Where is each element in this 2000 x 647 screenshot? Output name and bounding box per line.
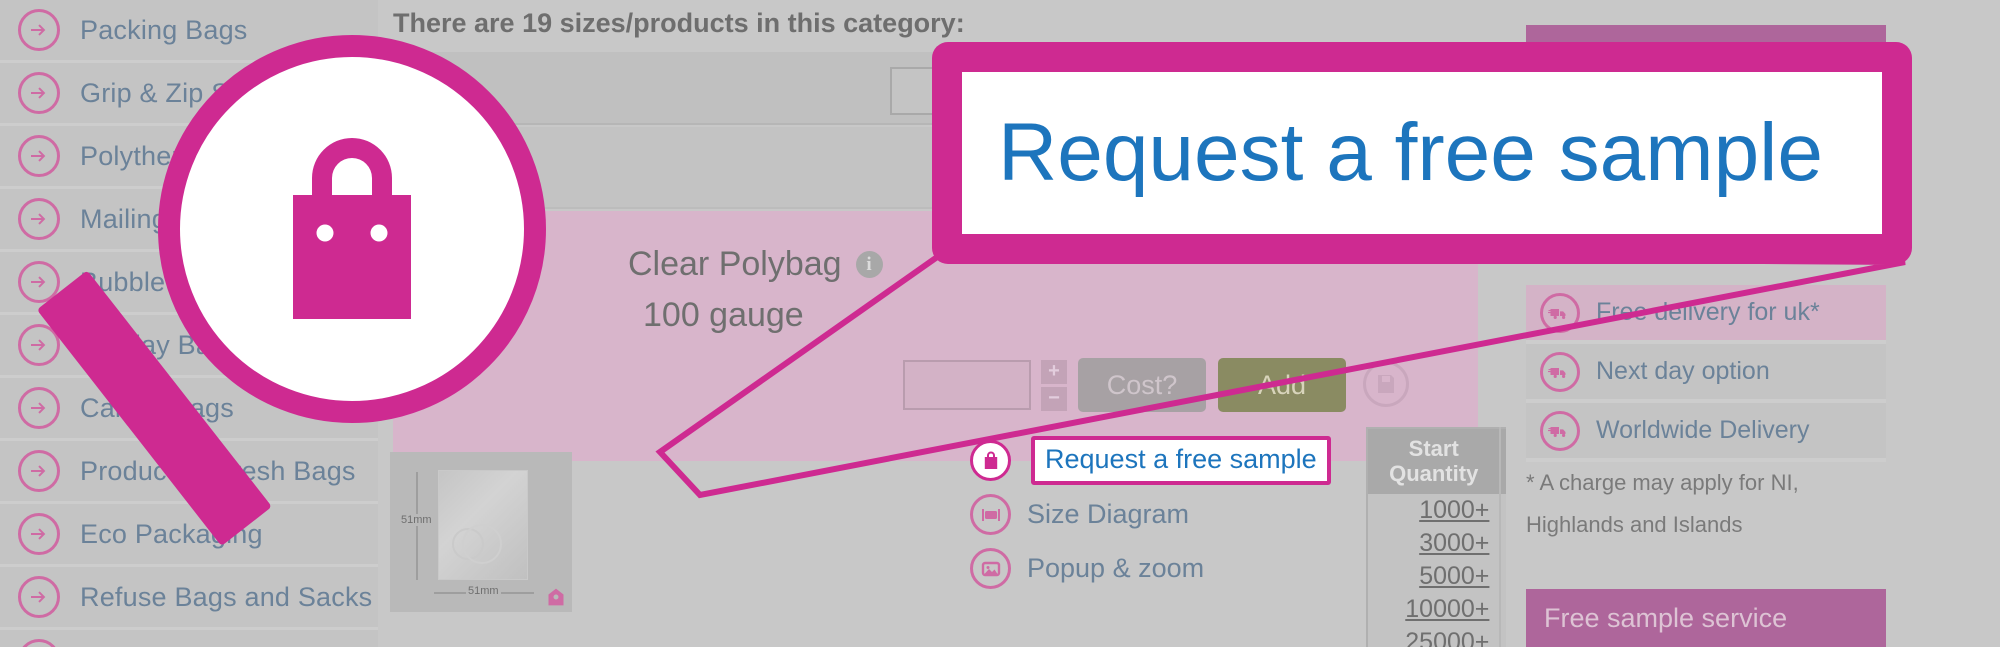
product-links: Request a free sample Size Diagram Popup… bbox=[970, 436, 1331, 602]
product-title: Clear Polybag i bbox=[628, 245, 883, 284]
free-sample-service-banner[interactable]: Free sample service bbox=[1526, 589, 1886, 647]
delivery-note: * A charge may apply for NI, Highlands a… bbox=[1526, 462, 1896, 546]
decrement-button[interactable]: − bbox=[1041, 387, 1067, 411]
delivery-item-label: Next day option bbox=[1596, 357, 1770, 385]
sidebar-item-label: Refuse Bags and Sacks bbox=[80, 581, 373, 612]
free-sample-service-label: Free sample service bbox=[1544, 602, 1788, 633]
link-request-free-sample[interactable]: Request a free sample bbox=[970, 436, 1331, 485]
image-icon bbox=[970, 548, 1011, 589]
save-icon[interactable] bbox=[1363, 361, 1409, 407]
arrow-circle-icon bbox=[18, 576, 60, 618]
arrow-circle-icon bbox=[18, 72, 60, 114]
arrow-circle-icon bbox=[18, 9, 60, 51]
quantity-input[interactable] bbox=[903, 360, 1031, 410]
start-quantity-cell[interactable]: 10000+ bbox=[1367, 593, 1502, 627]
add-to-basket-button[interactable]: Add bbox=[1218, 358, 1346, 412]
sidebar-item-refuse-bags-and-sacks[interactable]: Refuse Bags and Sacks bbox=[0, 567, 378, 630]
price-table-header-0: Start Quantity bbox=[1367, 428, 1502, 495]
start-quantity-cell[interactable]: 1000+ bbox=[1367, 494, 1502, 528]
sidebar-item-garment-laundry-film[interactable]: Garment & Laundry Film bbox=[0, 630, 378, 647]
delivery-list: Free delivery for uk* Next day option Worl… bbox=[1526, 285, 1886, 462]
magnified-callout: Request a free sample bbox=[932, 42, 1912, 264]
sidebar-item-label: Packing Bags bbox=[80, 14, 248, 45]
popup-zoom-label: Popup & zoom bbox=[1027, 553, 1205, 583]
product-subtitle: 100 gauge bbox=[643, 296, 804, 334]
sidebar-item-eco-packaging[interactable]: Eco Packaging bbox=[0, 504, 378, 567]
magnified-request-free-sample-label: Request a free sample bbox=[998, 107, 1824, 198]
link-size-diagram[interactable]: Size Diagram bbox=[970, 494, 1331, 535]
request-free-sample-highlight[interactable]: Request a free sample bbox=[1031, 436, 1331, 485]
size-diagram-label: Size Diagram bbox=[1027, 499, 1190, 529]
product-title-text: Clear Polybag bbox=[628, 245, 842, 283]
magnifier-lens bbox=[158, 35, 546, 423]
delivery-truck-icon bbox=[1540, 292, 1580, 333]
quantity-stepper[interactable]: + − bbox=[1041, 360, 1067, 414]
delivery-item-label: Free delivery for uk* bbox=[1596, 298, 1820, 326]
bag-icon bbox=[970, 440, 1011, 481]
delivery-item-0[interactable]: Free delivery for uk* bbox=[1526, 285, 1886, 344]
start-quantity-cell[interactable]: 5000+ bbox=[1367, 560, 1502, 594]
watermark-icon bbox=[546, 587, 566, 607]
product-thumbnail[interactable]: 51mm 51mm bbox=[390, 452, 572, 612]
arrow-circle-icon bbox=[18, 513, 60, 555]
product-controls: + − Cost? Add bbox=[378, 355, 1463, 415]
increment-button[interactable]: + bbox=[1041, 360, 1067, 384]
cost-button[interactable]: Cost? bbox=[1078, 358, 1206, 412]
dimension-line-vertical bbox=[416, 472, 418, 580]
diagram-icon bbox=[970, 494, 1011, 535]
arrow-circle-icon bbox=[18, 450, 60, 492]
page-root: Packing BagsGrip & Zip SealPolythene Rol… bbox=[0, 0, 2000, 647]
link-popup-zoom[interactable]: Popup & zoom bbox=[970, 548, 1331, 589]
earring-image-b bbox=[462, 524, 502, 564]
height-label: 51mm bbox=[400, 514, 433, 526]
delivery-item-2[interactable]: Worldwide Delivery bbox=[1526, 403, 1886, 462]
info-icon[interactable]: i bbox=[855, 251, 883, 278]
delivery-item-label: Worldwide Delivery bbox=[1596, 416, 1810, 444]
delivery-truck-icon bbox=[1540, 410, 1580, 451]
bag-icon bbox=[232, 109, 472, 349]
magnified-callout-inner: Request a free sample bbox=[962, 72, 1882, 234]
arrow-circle-icon bbox=[18, 387, 60, 429]
width-label: 51mm bbox=[466, 585, 501, 597]
arrow-circle-icon bbox=[18, 135, 60, 177]
request-free-sample-label: Request a free sample bbox=[1045, 444, 1317, 474]
page-title: There are 19 sizes/products in this cate… bbox=[393, 8, 965, 38]
start-quantity-cell[interactable]: 3000+ bbox=[1367, 527, 1502, 561]
arrow-circle-icon bbox=[18, 198, 60, 240]
arrow-circle-icon bbox=[18, 639, 60, 647]
delivery-note-line2: Highlands and Islands bbox=[1526, 511, 1743, 537]
start-quantity-cell[interactable]: 25000+ bbox=[1367, 626, 1502, 647]
delivery-note-line1: * A charge may apply for NI, bbox=[1526, 470, 1799, 495]
delivery-item-1[interactable]: Next day option bbox=[1526, 344, 1886, 403]
delivery-truck-icon bbox=[1540, 351, 1580, 392]
